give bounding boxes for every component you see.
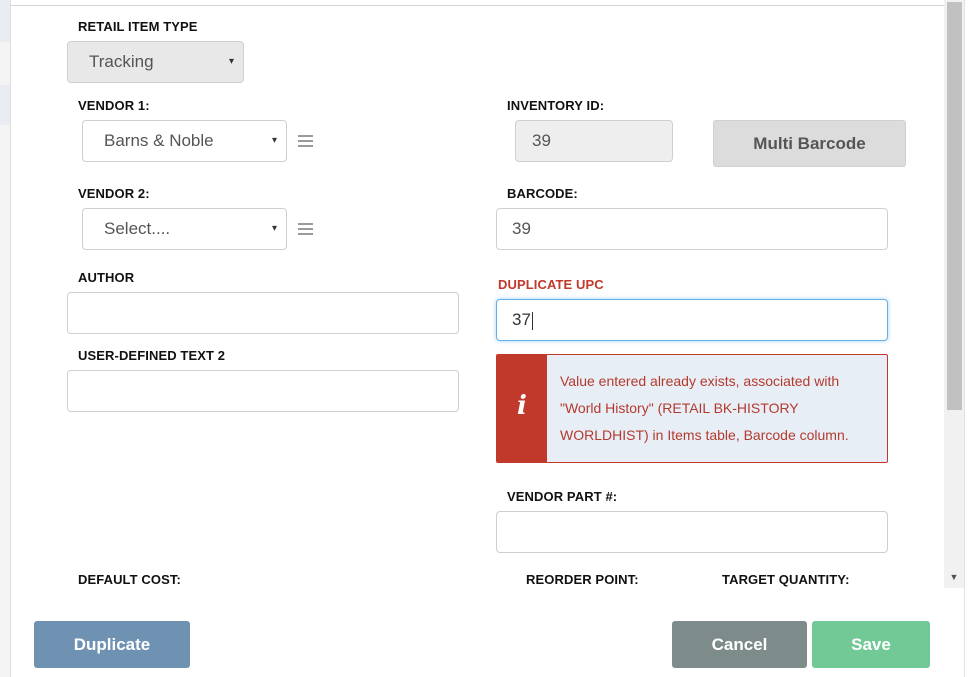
barcode-input[interactable]: 39 [496,208,888,250]
info-icon: i [517,391,527,421]
inventory-id-field: 39 [515,120,673,162]
reorder-point-label: REORDER POINT: [526,572,639,587]
retail-item-type-select[interactable]: Tracking ▾ [67,41,244,83]
barcode-label: BARCODE: [507,186,578,201]
text-cursor [531,311,533,330]
error-message: Value entered already exists, associated… [560,373,849,443]
retail-item-type-value: Tracking [89,52,154,71]
vendor1-list-icon[interactable] [298,135,313,147]
chevron-down-icon: ▾ [271,223,277,234]
duplicate-error-alert: i Value entered already exists, associat… [496,354,888,463]
window-right-edge [964,0,979,677]
vendor1-select[interactable]: Barns & Noble ▾ [82,120,287,162]
save-button[interactable]: Save [812,621,930,668]
retail-item-type-label: RETAIL ITEM TYPE [78,19,198,34]
background-panel-edge [0,0,11,677]
vendor-part-input[interactable] [496,511,888,553]
vendor2-value: Select.... [104,219,171,238]
scrollbar-thumb[interactable] [947,2,962,410]
vendor1-value: Barns & Noble [104,131,214,150]
vendor2-list-icon[interactable] [298,223,313,235]
chevron-down-icon: ▾ [271,135,277,146]
author-label: AUTHOR [78,270,135,285]
cancel-button[interactable]: Cancel [672,621,807,668]
duplicate-button[interactable]: Duplicate [34,621,190,668]
duplicate-upc-value: 37 [512,310,531,329]
user-defined-text-2-input[interactable] [67,370,459,412]
vendor-part-label: VENDOR PART #: [507,489,618,504]
dialog-top-border [10,5,944,6]
vendor2-select[interactable]: Select.... ▾ [82,208,287,250]
target-quantity-label: TARGET QUANTITY: [722,572,850,587]
alert-side-bar: i [497,355,547,462]
default-cost-label: DEFAULT COST: [78,572,181,587]
scroll-down-icon[interactable]: ▼ [948,571,960,583]
inventory-id-label: INVENTORY ID: [507,98,605,113]
duplicate-upc-label: DUPLICATE UPC [498,277,604,292]
multi-barcode-button[interactable]: Multi Barcode [713,120,906,167]
vendor2-label: VENDOR 2: [78,186,150,201]
author-input[interactable] [67,292,459,334]
background-panel-block [0,85,10,125]
duplicate-upc-input[interactable]: 37 [496,299,888,341]
chevron-down-icon: ▾ [228,56,234,67]
background-panel-block [0,0,10,42]
vendor1-label: VENDOR 1: [78,98,150,113]
user-defined-text-2-label: USER-DEFINED TEXT 2 [78,348,226,363]
